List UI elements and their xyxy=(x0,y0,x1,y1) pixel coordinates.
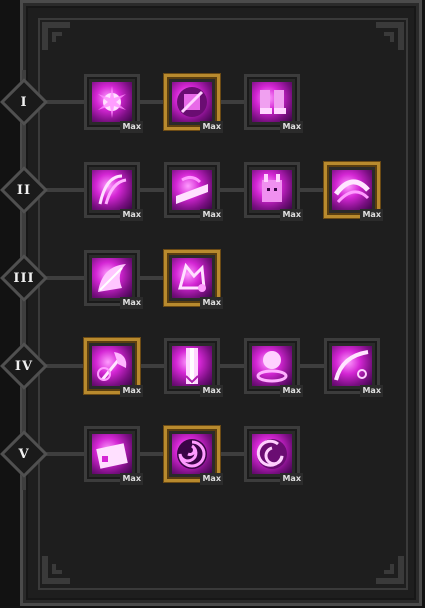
skill-slot[interactable]: Max xyxy=(164,74,223,133)
skill-slot[interactable]: Max xyxy=(84,162,143,221)
sigil-icon xyxy=(172,258,212,298)
spiral-wave-icon xyxy=(332,346,372,386)
skill-slot[interactable]: Max xyxy=(164,162,223,221)
skill-slot[interactable]: Max xyxy=(244,162,303,221)
beast-icon xyxy=(252,170,292,210)
max-badge: Max xyxy=(360,385,383,397)
max-badge: Max xyxy=(280,121,303,133)
skill-slot[interactable]: Max xyxy=(244,74,303,133)
skill-slot[interactable]: Max xyxy=(324,162,383,221)
axe-icon xyxy=(92,346,132,386)
tier-connector xyxy=(24,452,272,456)
boots-icon xyxy=(252,82,292,122)
skill-slot[interactable]: Max xyxy=(84,338,143,397)
claw-icon xyxy=(92,170,132,210)
tier-label: V xyxy=(18,446,30,462)
corner-ornament xyxy=(40,540,86,586)
skill-slot[interactable]: Max xyxy=(84,74,143,133)
max-badge: Max xyxy=(200,385,223,397)
max-badge: Max xyxy=(200,209,223,221)
corner-ornament xyxy=(360,20,406,66)
skill-slot[interactable]: Max xyxy=(84,426,143,485)
max-badge: Max xyxy=(280,385,303,397)
max-badge: Max xyxy=(360,209,383,221)
max-badge: Max xyxy=(200,473,223,485)
fist-icon xyxy=(172,82,212,122)
cleave-icon xyxy=(92,258,132,298)
max-badge: Max xyxy=(200,121,223,133)
orb-ring-icon xyxy=(252,346,292,386)
vortex-icon xyxy=(172,434,212,474)
corner-ornament xyxy=(40,20,86,66)
skill-slot[interactable]: Max xyxy=(84,250,143,309)
skill-slot[interactable]: Max xyxy=(164,426,223,485)
tier-label: II xyxy=(16,182,32,198)
arc-slash-icon xyxy=(332,170,372,210)
max-badge: Max xyxy=(200,297,223,309)
max-badge: Max xyxy=(280,209,303,221)
max-badge: Max xyxy=(280,473,303,485)
skill-slot[interactable]: Max xyxy=(324,338,383,397)
corner-ornament xyxy=(360,540,406,586)
max-badge: Max xyxy=(120,121,143,133)
tier-label: IV xyxy=(14,358,34,374)
tier-label: I xyxy=(20,94,28,110)
burst-icon xyxy=(92,82,132,122)
max-badge: Max xyxy=(120,209,143,221)
tier-connector xyxy=(24,100,272,104)
tier-label: III xyxy=(13,270,35,286)
dash-icon xyxy=(172,170,212,210)
card-icon xyxy=(92,434,132,474)
beam-icon xyxy=(172,346,212,386)
max-badge: Max xyxy=(120,297,143,309)
max-badge: Max xyxy=(120,473,143,485)
skill-slot[interactable]: Max xyxy=(244,426,303,485)
skill-slot[interactable]: Max xyxy=(244,338,303,397)
skill-slot[interactable]: Max xyxy=(164,338,223,397)
skill-slot[interactable]: Max xyxy=(164,250,223,309)
swirl-icon xyxy=(252,434,292,474)
max-badge: Max xyxy=(120,385,143,397)
